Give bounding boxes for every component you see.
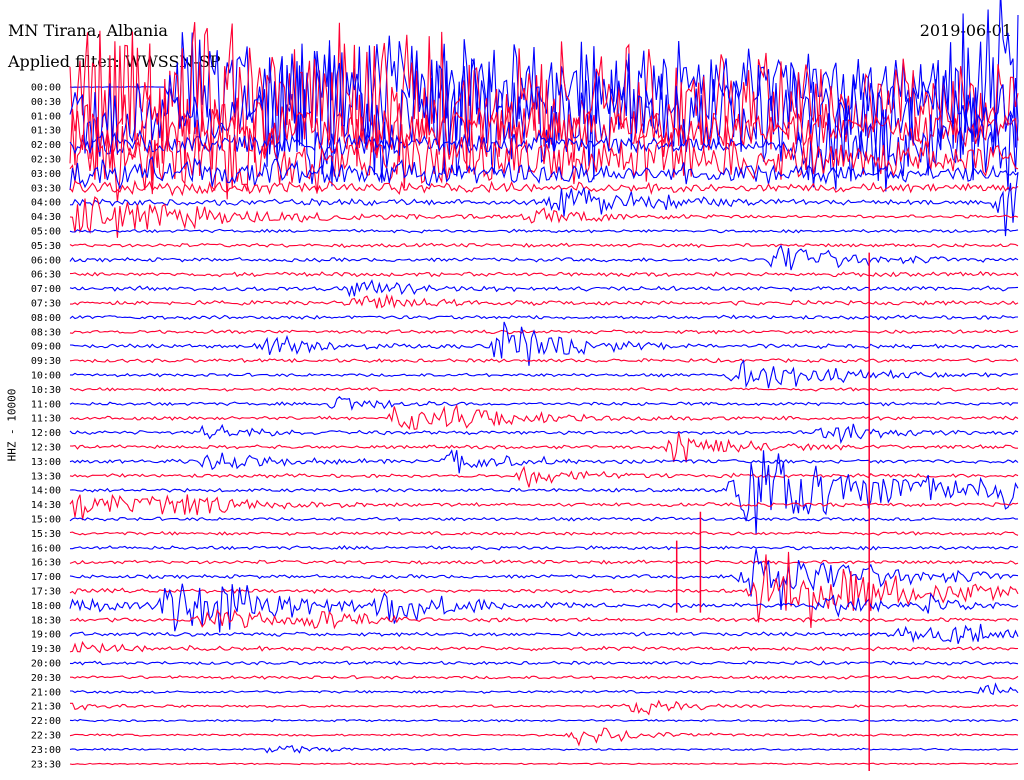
trace-line bbox=[69, 449, 1019, 474]
trace-line bbox=[69, 329, 1019, 335]
trace-line bbox=[69, 623, 1019, 644]
row-label: 00:30 bbox=[31, 97, 61, 108]
trace-line bbox=[69, 530, 1019, 536]
trace-line bbox=[69, 359, 1019, 389]
trace-line bbox=[70, 293, 1019, 309]
row-label: 10:00 bbox=[31, 371, 61, 382]
trace-line bbox=[69, 762, 1019, 766]
row-label: 22:30 bbox=[31, 731, 61, 742]
row-label: 18:00 bbox=[31, 601, 61, 612]
row-label: 21:00 bbox=[31, 687, 61, 698]
row-label: 14:00 bbox=[31, 486, 61, 497]
trace-line bbox=[69, 548, 1019, 610]
trace-line bbox=[69, 718, 1019, 723]
row-label: 15:00 bbox=[31, 515, 61, 526]
row-label: 21:30 bbox=[31, 702, 61, 713]
row-label: 12:30 bbox=[31, 443, 61, 454]
trace-line bbox=[69, 660, 1019, 666]
row-label: 11:00 bbox=[31, 399, 61, 410]
row-label: 03:00 bbox=[31, 169, 61, 180]
row-label: 01:00 bbox=[31, 111, 61, 122]
row-label: 10:30 bbox=[31, 385, 61, 396]
row-label: 19:30 bbox=[31, 644, 61, 655]
row-label: 11:30 bbox=[31, 414, 61, 425]
row-label: 04:00 bbox=[31, 198, 61, 209]
trace-line bbox=[69, 403, 1019, 430]
row-label: 12:00 bbox=[31, 428, 61, 439]
row-label: 22:00 bbox=[31, 716, 61, 727]
trace-line bbox=[70, 545, 1019, 551]
row-label: 18:30 bbox=[31, 615, 61, 626]
row-label: 16:00 bbox=[31, 543, 61, 554]
row-label: 08:00 bbox=[31, 313, 61, 324]
trace-line bbox=[69, 244, 1019, 271]
row-label: 23:00 bbox=[31, 745, 61, 756]
row-label: 07:00 bbox=[31, 284, 61, 295]
trace-line bbox=[69, 727, 1019, 747]
trace-line bbox=[70, 682, 1019, 696]
trace-line bbox=[69, 744, 1019, 754]
row-label: 23:30 bbox=[31, 759, 61, 770]
trace-line bbox=[69, 228, 1019, 234]
row-label: 04:30 bbox=[31, 212, 61, 223]
trace-line bbox=[70, 675, 1019, 680]
row-label: 03:30 bbox=[31, 183, 61, 194]
row-label: 13:30 bbox=[31, 471, 61, 482]
row-label: 00:00 bbox=[31, 83, 61, 94]
row-label: 20:30 bbox=[31, 673, 61, 684]
row-label: 13:00 bbox=[31, 457, 61, 468]
row-label: 07:30 bbox=[31, 299, 61, 310]
trace-line bbox=[69, 396, 1019, 411]
helicorder-plot: 00:00 00:30 01:00 01:30 02:00 02:30 03:00 03:30… bbox=[31, 0, 1019, 771]
row-label: 17:00 bbox=[31, 572, 61, 583]
trace-line bbox=[69, 321, 1019, 366]
trace-line bbox=[69, 450, 1019, 535]
trace-line bbox=[69, 423, 1019, 445]
row-label: 08:30 bbox=[31, 327, 61, 338]
trace-line bbox=[69, 357, 1019, 364]
trace-line bbox=[69, 387, 1019, 392]
row-label: 09:00 bbox=[31, 342, 61, 353]
trace-line bbox=[69, 465, 1019, 488]
trace-line bbox=[69, 493, 1019, 521]
trace-line bbox=[69, 314, 1018, 321]
trace-line bbox=[69, 279, 1019, 298]
row-label: 15:30 bbox=[31, 529, 61, 540]
row-label: 05:00 bbox=[31, 227, 61, 238]
trace-line bbox=[69, 242, 1019, 249]
row-label: 17:30 bbox=[31, 587, 61, 598]
row-label: 02:30 bbox=[31, 155, 61, 166]
row-label: 01:30 bbox=[31, 126, 61, 137]
row-label: 09:30 bbox=[31, 356, 61, 367]
row-label: 20:00 bbox=[31, 659, 61, 670]
trace-line bbox=[69, 516, 1019, 522]
row-label: 16:30 bbox=[31, 558, 61, 569]
trace-line bbox=[69, 270, 1019, 278]
row-label: 02:00 bbox=[31, 140, 61, 151]
row-label: 19:00 bbox=[31, 630, 61, 641]
trace-line bbox=[70, 699, 1019, 716]
row-label: 06:00 bbox=[31, 255, 61, 266]
trace-line bbox=[69, 559, 1019, 565]
row-label: 14:30 bbox=[31, 500, 61, 511]
trace-line bbox=[69, 640, 1019, 654]
row-label: 05:30 bbox=[31, 241, 61, 252]
row-label: 06:30 bbox=[31, 270, 61, 281]
